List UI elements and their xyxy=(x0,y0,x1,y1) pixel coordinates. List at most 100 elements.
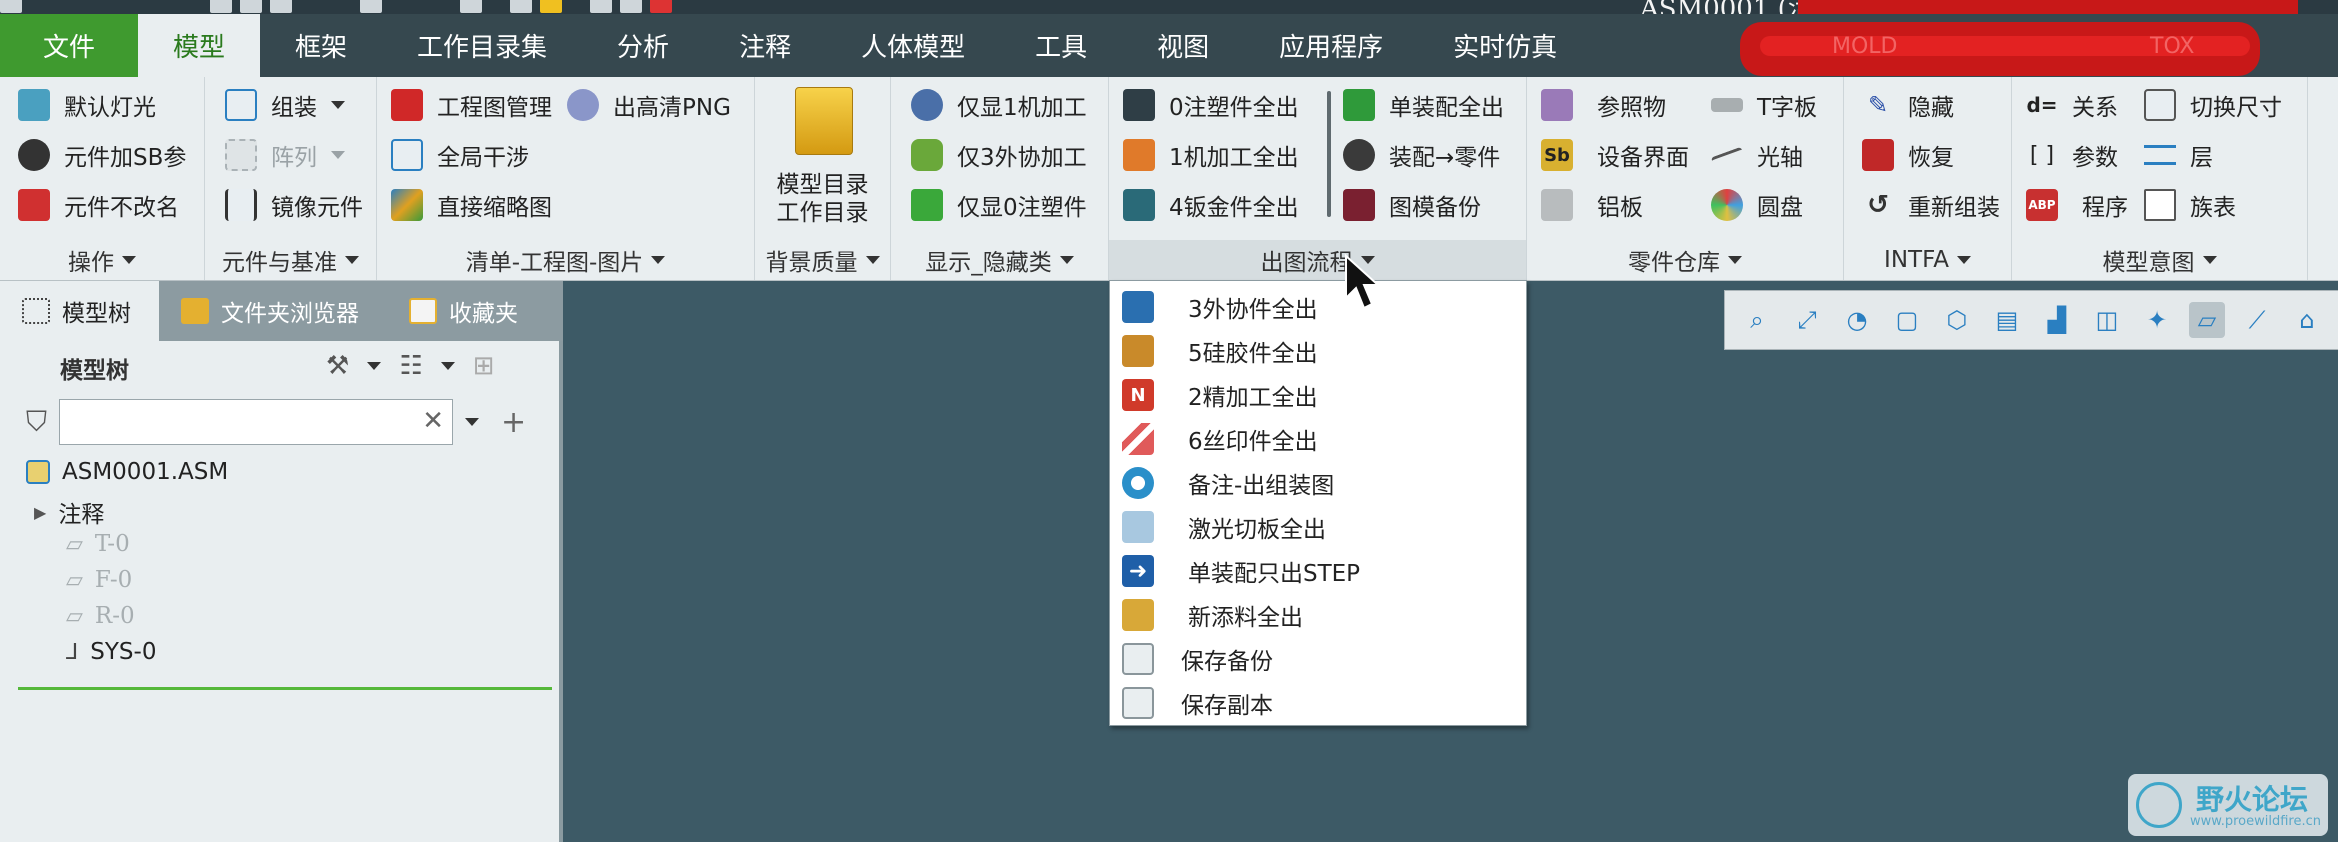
show-injection-button[interactable]: 仅显0注塑件 xyxy=(911,183,1087,227)
menu-item-new-material[interactable]: 新添料全出 xyxy=(1110,593,1526,637)
search-input[interactable]: ✕ xyxy=(59,399,454,445)
group-label-background[interactable]: 背景质量 xyxy=(755,240,890,280)
t-board-button[interactable]: T字板 xyxy=(1711,83,1817,127)
assemble-button[interactable]: 组装 xyxy=(225,83,345,127)
group-label-warehouse[interactable]: 零件仓库 xyxy=(1527,240,1843,280)
list-settings-icon[interactable]: ☷ xyxy=(399,351,422,381)
view-manager-icon[interactable]: ▤ xyxy=(1989,302,2025,338)
family-table-button[interactable]: 族表 xyxy=(2144,183,2236,227)
tab-tools[interactable]: 工具 xyxy=(1000,14,1122,77)
menu-item-save-backup[interactable]: 保存备份 xyxy=(1110,637,1526,681)
zoom-in-icon[interactable]: ⤢ xyxy=(1789,302,1825,338)
caret-down-icon[interactable] xyxy=(440,362,455,370)
add-sb-param-button[interactable]: 元件加SB参 xyxy=(18,133,186,177)
layers-button[interactable]: 层 xyxy=(2144,133,2213,177)
plane-display-icon[interactable]: ▱ xyxy=(2189,302,2225,338)
menu-item-silkscreen[interactable]: 6丝印件全出 xyxy=(1110,417,1526,461)
windows-icon[interactable] xyxy=(590,0,612,13)
group-label-components[interactable]: 元件与基准 xyxy=(205,240,376,280)
tab-apps[interactable]: 应用程序 xyxy=(1244,14,1418,77)
template-backup-button[interactable]: 图模备份 xyxy=(1343,183,1481,227)
display-style-icon[interactable]: ◫ xyxy=(2089,302,2125,338)
filter-icon[interactable]: ⛉ xyxy=(26,405,47,439)
tab-favorites[interactable]: 收藏夹 xyxy=(387,281,546,341)
menu-item-step[interactable]: ➜ 单装配只出STEP xyxy=(1110,549,1526,593)
tab-model[interactable]: 模型 xyxy=(138,14,261,77)
program-button[interactable]: ABP 程序 xyxy=(2026,183,2128,227)
menu-item-laser[interactable]: 激光切板全出 xyxy=(1110,505,1526,549)
close-window-icon[interactable] xyxy=(620,0,642,13)
all-machining-button[interactable]: 1机加工全出 xyxy=(1123,133,1299,177)
clear-icon[interactable]: ✕ xyxy=(422,406,444,436)
assembly-to-part-button[interactable]: 装配→零件 xyxy=(1343,133,1500,177)
model-dir-button[interactable]: 模型目录 工作目录 xyxy=(755,171,890,227)
tab-tox[interactable]: TOX xyxy=(2150,34,2194,59)
aluminum-plate-button[interactable]: 铝板 xyxy=(1541,183,1643,227)
save-icon[interactable] xyxy=(270,0,292,13)
menu-item-finishing[interactable]: N 2精加工全出 xyxy=(1110,373,1526,417)
menu-item-note-assembly[interactable]: 备注-出组装图 xyxy=(1110,461,1526,505)
device-ui-button[interactable]: Sb 设备界面 xyxy=(1541,133,1689,177)
tree-item-datum-plane[interactable]: ▱ T-0 xyxy=(66,531,130,557)
tab-mold[interactable]: MOLD xyxy=(1832,34,1898,59)
relations-button[interactable]: d= 关系 xyxy=(2026,83,2118,127)
switch-dims-button[interactable]: 切换尺寸 xyxy=(2144,83,2282,127)
menu-item-silicone[interactable]: 5硅胶件全出 xyxy=(1110,329,1526,373)
group-label-display[interactable]: 显示_隐藏类 xyxy=(891,240,1108,280)
caret-down-icon[interactable] xyxy=(465,418,480,426)
shaft-button[interactable]: 光轴 xyxy=(1710,133,1803,177)
tree-item-notes[interactable]: ▶ 注释 xyxy=(34,495,104,529)
refit-icon[interactable]: ⌕ xyxy=(1739,302,1775,338)
repaint-icon[interactable]: ▢ xyxy=(1889,302,1925,338)
tab-view[interactable]: 视图 xyxy=(1122,14,1244,77)
expand-icon[interactable]: ▶ xyxy=(34,503,46,522)
tree-item-root[interactable]: ASM0001.ASM xyxy=(26,459,228,485)
csys-display-icon[interactable]: ⌂ xyxy=(2289,302,2325,338)
hammer-icon[interactable]: ⚒ xyxy=(326,351,349,381)
axis-display-icon[interactable]: ⟋ xyxy=(2239,302,2275,338)
all-sheetmetal-button[interactable]: 4钣金件全出 xyxy=(1123,183,1299,227)
thumbnail-button[interactable]: 直接缩略图 xyxy=(391,183,552,227)
restore-button[interactable]: 恢复 xyxy=(1862,133,1954,177)
tab-folder-browser[interactable]: 文件夹浏览器 xyxy=(159,281,387,341)
caret-down-icon[interactable] xyxy=(367,362,382,370)
group-label-operations[interactable]: 操作 xyxy=(0,240,204,280)
exit-icon[interactable] xyxy=(650,0,672,13)
tab-analysis[interactable]: 分析 xyxy=(582,14,704,77)
single-assembly-button[interactable]: 单装配全出 xyxy=(1343,83,1504,127)
hide-button[interactable]: ✎ 隐藏 xyxy=(1862,83,1954,127)
parameters-button[interactable]: [ ] 参数 xyxy=(2026,133,2118,177)
keep-name-button[interactable]: 元件不改名 xyxy=(18,183,179,227)
all-injection-button[interactable]: 0注塑件全出 xyxy=(1123,83,1299,127)
tree-item-datum-plane[interactable]: ▱ F-0 xyxy=(66,567,132,593)
group-label-intfa[interactable]: INTFA xyxy=(1844,240,2011,280)
tab-file[interactable]: 文件 xyxy=(0,14,138,77)
tab-frame[interactable]: 框架 xyxy=(260,14,382,77)
menu-item-outsourced[interactable]: 3外协件全出 xyxy=(1110,285,1526,329)
pattern-button[interactable]: 阵列 xyxy=(225,133,345,177)
regenerate-icon[interactable] xyxy=(540,0,562,13)
reference-button[interactable]: 参照物 xyxy=(1541,83,1666,127)
lock-icon[interactable] xyxy=(510,0,532,13)
zoom-out-icon[interactable]: ◔ xyxy=(1839,302,1875,338)
tab-sim[interactable]: 实时仿真 xyxy=(1418,14,1592,77)
tree-item-csys[interactable]: ⅃ SYS-0 xyxy=(66,639,156,665)
perspective-icon[interactable]: ▟ xyxy=(2039,302,2075,338)
datum-display-icon[interactable]: ✦ xyxy=(2139,302,2175,338)
group-label-model-intent[interactable]: 模型意图 xyxy=(2012,240,2307,280)
group-label-list-drawing[interactable]: 清单-工程图-图片 xyxy=(377,240,754,280)
undo-icon[interactable] xyxy=(360,0,382,13)
tab-model-tree[interactable]: 模型树 xyxy=(0,281,159,341)
global-interference-button[interactable]: 全局干涉 xyxy=(391,133,529,177)
tab-workdir[interactable]: 工作目录集 xyxy=(382,14,582,77)
add-icon[interactable]: + xyxy=(501,405,526,440)
tree-item-datum-plane[interactable]: ▱ R-0 xyxy=(66,603,135,629)
group-label-draw-flow[interactable]: 出图流程 xyxy=(1109,240,1526,280)
menu-item-save-copy[interactable]: 保存副本 xyxy=(1110,681,1526,725)
copy-icon[interactable] xyxy=(460,0,482,13)
show-outsourced-button[interactable]: 仅3外协加工 xyxy=(911,133,1087,177)
open-file-icon[interactable] xyxy=(240,0,262,13)
tab-manikin[interactable]: 人体模型 xyxy=(826,14,1000,77)
saved-orientations-icon[interactable]: ⬡ xyxy=(1939,302,1975,338)
tab-annotate[interactable]: 注释 xyxy=(704,14,826,77)
